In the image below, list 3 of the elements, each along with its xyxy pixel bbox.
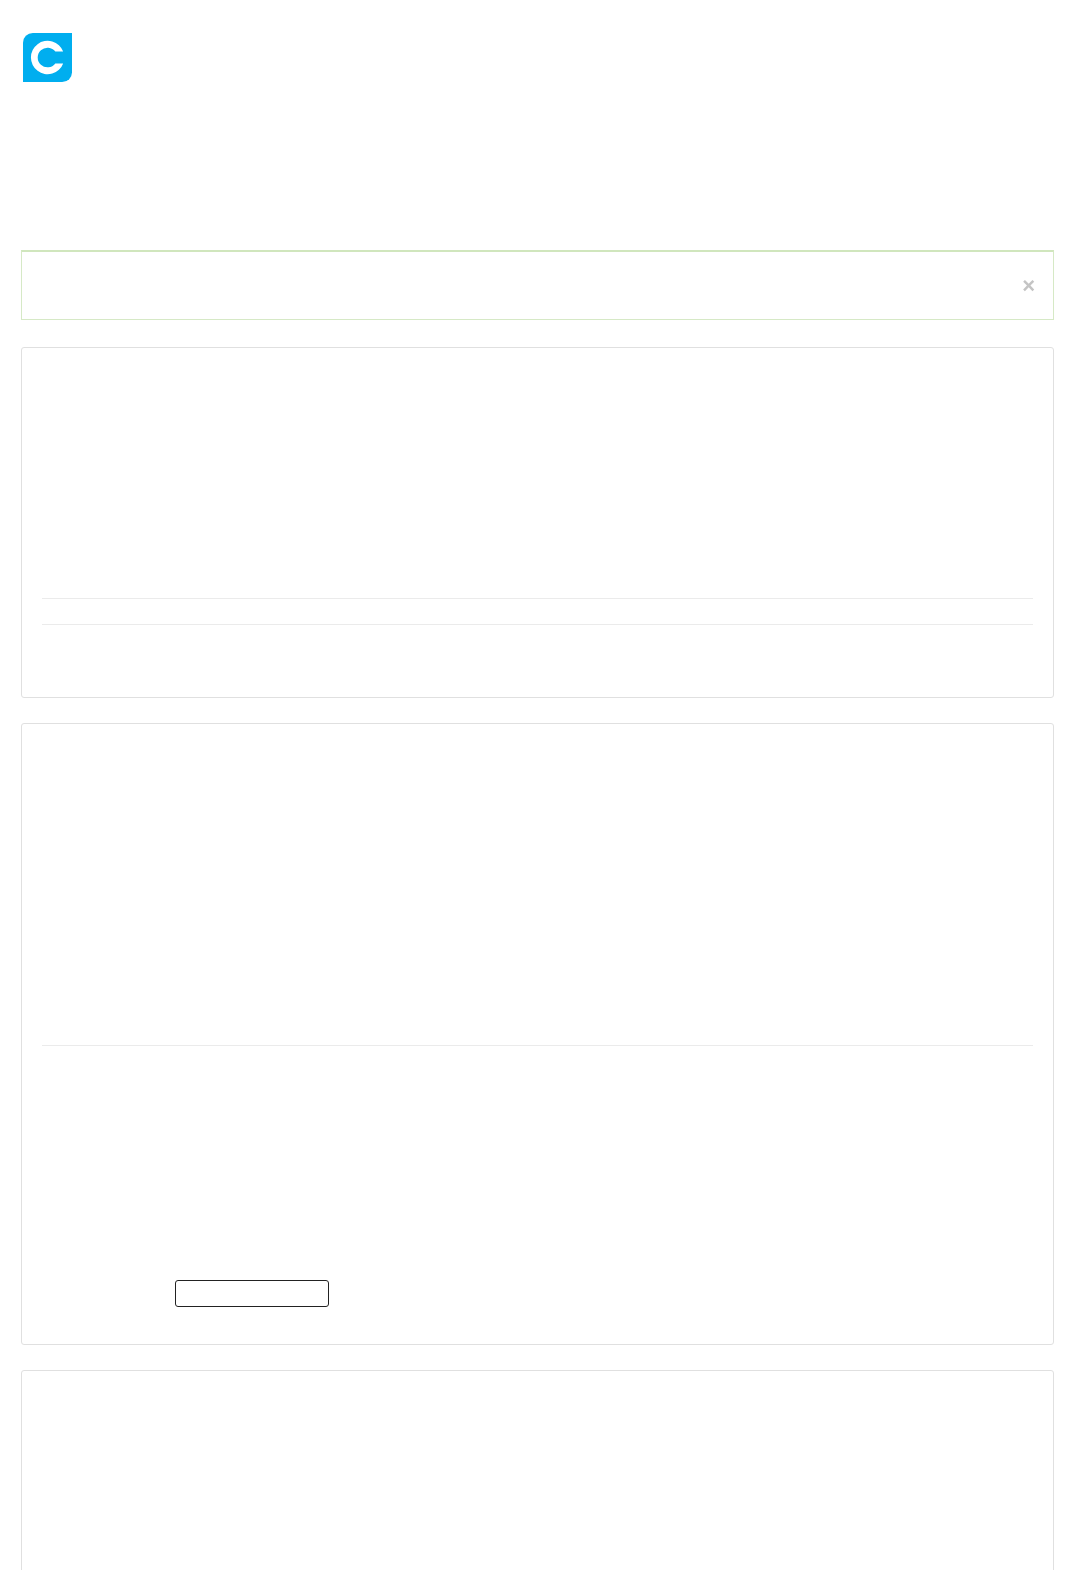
input-field[interactable] [175, 1280, 329, 1307]
logo-icon [23, 33, 72, 82]
close-button[interactable]: × [1022, 274, 1035, 297]
